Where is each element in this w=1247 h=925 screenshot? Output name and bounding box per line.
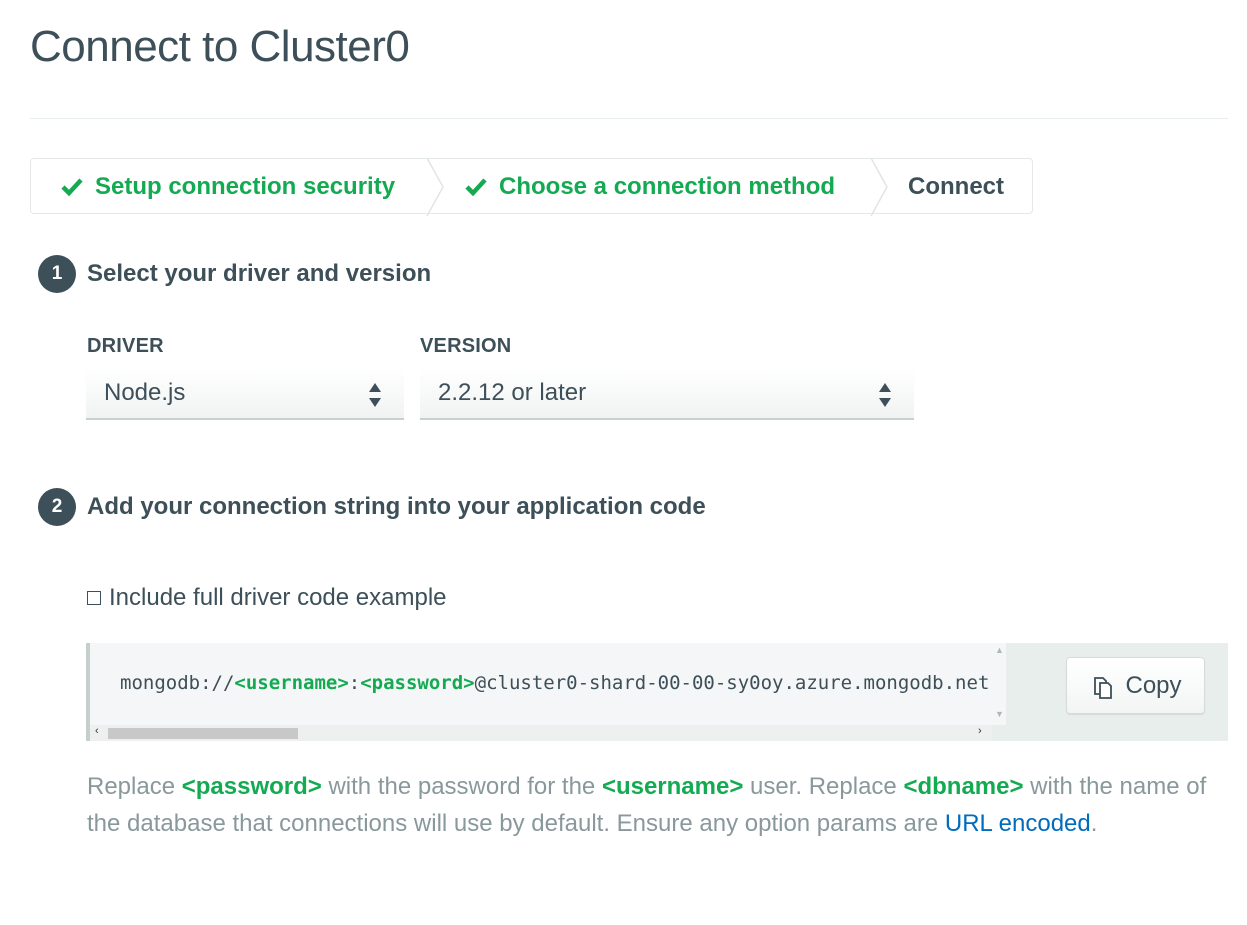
version-select[interactable]: 2.2.12 or later <box>420 368 914 420</box>
select-arrows-icon <box>369 383 381 407</box>
step-connection-method[interactable]: Choose a connection method <box>465 159 835 215</box>
title-divider <box>30 118 1228 119</box>
step-number-badge: 1 <box>38 255 76 293</box>
chevron-separator-icon <box>870 158 888 216</box>
vertical-scrollbar[interactable]: ▲ ▼ <box>992 643 1006 725</box>
scroll-up-icon[interactable]: ▲ <box>995 645 1004 655</box>
checkbox-label: Include full driver code example <box>109 584 447 611</box>
version-select-value: 2.2.12 or later <box>438 379 587 406</box>
driver-select[interactable]: Node.js <box>86 368 404 420</box>
copy-icon <box>1094 676 1113 699</box>
driver-label: DRIVER <box>87 335 164 357</box>
check-icon <box>465 178 487 197</box>
driver-select-value: Node.js <box>104 379 186 406</box>
step-number-badge: 2 <box>38 488 76 526</box>
step-label: Choose a connection method <box>499 173 836 200</box>
section-title-driver: Select your driver and version <box>87 260 432 287</box>
dbname-token: <dbname> <box>903 773 1024 800</box>
step-label: Connect <box>908 173 1004 200</box>
check-icon <box>61 178 83 197</box>
page-title: Connect to Cluster0 <box>30 22 410 71</box>
connection-string-box: mongodb://<username>:<password>@cluster0… <box>86 643 1228 741</box>
scroll-down-icon[interactable]: ▼ <box>995 709 1004 719</box>
version-label: VERSION <box>420 335 512 357</box>
connection-string: mongodb://<username>:<password>@cluster0… <box>120 672 992 694</box>
username-placeholder: <username> <box>234 672 349 694</box>
scroll-right-icon[interactable]: › <box>978 725 982 737</box>
copy-button[interactable]: Copy <box>1066 657 1205 714</box>
scrollbar-thumb[interactable] <box>108 728 298 739</box>
replace-instructions: Replace <password> with the password for… <box>87 773 1207 837</box>
password-token: <password> <box>181 773 322 800</box>
password-placeholder: <password> <box>360 672 475 694</box>
horizontal-scrollbar[interactable]: ‹ › <box>90 725 992 741</box>
breadcrumb-stepper: Setup connection security Choose a conne… <box>30 158 1033 216</box>
chevron-separator-icon <box>426 158 444 216</box>
step-label: Setup connection security <box>95 173 396 200</box>
scroll-left-icon[interactable]: ‹ <box>95 725 99 737</box>
full-driver-code-option[interactable]: Include full driver code example <box>87 584 447 612</box>
full-driver-code-checkbox[interactable] <box>87 591 101 605</box>
username-token: <username> <box>601 773 744 800</box>
select-arrows-icon <box>879 383 891 407</box>
url-encoded-link[interactable]: URL encoded <box>945 810 1091 837</box>
step-connect: Connect <box>908 159 1004 215</box>
section-title-connection-string: Add your connection string into your app… <box>87 493 706 520</box>
step-setup-security[interactable]: Setup connection security <box>61 159 395 215</box>
copy-label: Copy <box>1125 671 1182 699</box>
